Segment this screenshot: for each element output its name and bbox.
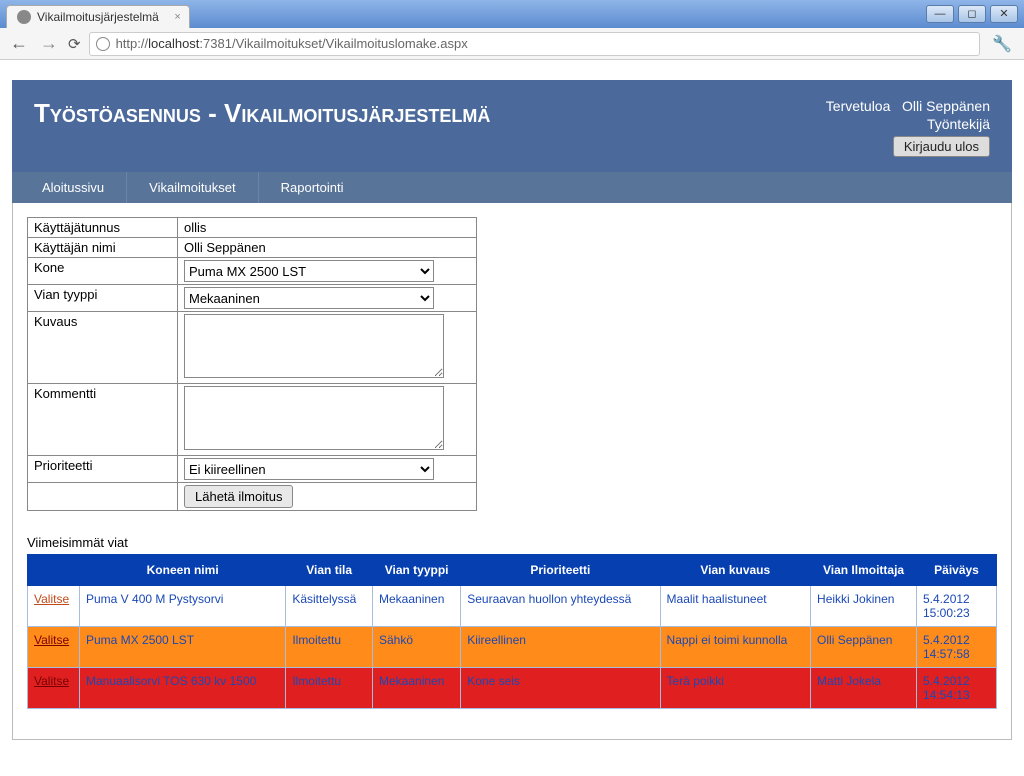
- cell-desc: Nappi ei toimi kunnolla: [660, 627, 811, 668]
- cell-date: 5.4.2012 15:00:23: [917, 586, 997, 627]
- select-link[interactable]: Valitse: [34, 633, 69, 647]
- col-priority: Prioriteetti: [461, 555, 660, 586]
- label-comment: Kommentti: [28, 384, 178, 456]
- cell-desc: Terä poikki: [660, 668, 811, 709]
- cell-reporter: Matti Jokela: [811, 668, 917, 709]
- maximize-button[interactable]: ◻: [958, 5, 986, 23]
- label-displayname: Käyttäjän nimi: [28, 238, 178, 258]
- cell-machine: Manuaalisorvi TOS 630 kv 1500: [80, 668, 286, 709]
- col-type: Vian tyyppi: [373, 555, 461, 586]
- cell-type: Mekaaninen: [373, 668, 461, 709]
- welcome-label: Tervetuloa: [826, 98, 891, 114]
- cell-type: Sähkö: [373, 627, 461, 668]
- cell-date: 5.4.2012 14:57:58: [917, 627, 997, 668]
- recent-faults-table: Koneen nimi Vian tila Vian tyyppi Priori…: [27, 554, 997, 709]
- page-header: Työstöasennus - Vikailmoitusjärjestelmä …: [12, 80, 1012, 171]
- browser-tab[interactable]: Vikailmoitusjärjestelmä ×: [6, 5, 190, 28]
- url-path: :7381/Vikailmoitukset/Vikailmoituslomake…: [199, 36, 467, 51]
- globe-icon: [96, 37, 110, 51]
- browser-tabs: Vikailmoitusjärjestelmä ×: [0, 0, 190, 28]
- url-prefix: http://: [116, 36, 149, 51]
- fault-type-select[interactable]: Mekaaninen: [184, 287, 434, 309]
- col-reporter: Vian Ilmoittaja: [811, 555, 917, 586]
- cell-machine: Puma V 400 M Pystysorvi: [80, 586, 286, 627]
- description-textarea[interactable]: [184, 314, 444, 378]
- tab-title: Vikailmoitusjärjestelmä: [37, 10, 159, 24]
- forward-button[interactable]: →: [38, 33, 60, 54]
- col-desc: Vian kuvaus: [660, 555, 811, 586]
- cell-status: Ilmoitettu: [286, 668, 373, 709]
- back-button[interactable]: ←: [8, 33, 30, 54]
- value-displayname: Olli Seppänen: [178, 238, 477, 258]
- cell-priority: Kiireellinen: [461, 627, 660, 668]
- user-panel: Tervetuloa Olli Seppänen Työntekijä Kirj…: [826, 98, 990, 157]
- col-status: Vian tila: [286, 555, 373, 586]
- nav-faults[interactable]: Vikailmoitukset: [126, 172, 257, 203]
- page-content: Työstöasennus - Vikailmoitusjärjestelmä …: [0, 60, 1024, 752]
- address-bar[interactable]: http://localhost:7381/Vikailmoitukset/Vi…: [89, 32, 981, 56]
- col-date: Päiväys: [917, 555, 997, 586]
- window-titlebar: Vikailmoitusjärjestelmä × — ◻ ✕: [0, 0, 1024, 28]
- table-row: Valitse Manuaalisorvi TOS 630 kv 1500Ilmo…: [28, 668, 997, 709]
- cell-status: Käsittelyssä: [286, 586, 373, 627]
- label-fault-type: Vian tyyppi: [28, 285, 178, 312]
- nav-reports[interactable]: Raportointi: [258, 172, 366, 203]
- recent-heading: Viimeisimmät viat: [27, 535, 997, 550]
- close-window-button[interactable]: ✕: [990, 5, 1018, 23]
- nav-home[interactable]: Aloitussivu: [20, 172, 126, 203]
- wrench-menu-icon[interactable]: 🔧: [988, 34, 1016, 54]
- machine-select[interactable]: Puma MX 2500 LST: [184, 260, 434, 282]
- submit-button[interactable]: Lähetä ilmoitus: [184, 485, 293, 508]
- cell-priority: Kone seis: [461, 668, 660, 709]
- fault-form: Käyttäjätunnus ollis Käyttäjän nimi Olli…: [27, 217, 477, 511]
- label-username: Käyttäjätunnus: [28, 218, 178, 238]
- cell-date: 5.4.2012 14:54:13: [917, 668, 997, 709]
- user-name: Olli Seppänen: [902, 98, 990, 114]
- cell-machine: Puma MX 2500 LST: [80, 627, 286, 668]
- user-role: Työntekijä: [826, 116, 990, 132]
- comment-textarea[interactable]: [184, 386, 444, 450]
- url-host: localhost: [148, 36, 199, 51]
- table-row: Valitse Puma V 400 M PystysorviKäsittelys…: [28, 586, 997, 627]
- cell-reporter: Olli Seppänen: [811, 627, 917, 668]
- cell-status: Ilmoitettu: [286, 627, 373, 668]
- label-description: Kuvaus: [28, 312, 178, 384]
- value-username: ollis: [178, 218, 477, 238]
- window-controls: — ◻ ✕: [926, 5, 1024, 23]
- label-machine: Kone: [28, 258, 178, 285]
- logout-button[interactable]: Kirjaudu ulos: [893, 136, 990, 157]
- priority-select[interactable]: Ei kiireellinen: [184, 458, 434, 480]
- label-empty: [28, 483, 178, 511]
- browser-toolbar: ← → ⟳ http://localhost:7381/Vikailmoituk…: [0, 28, 1024, 60]
- col-machine: Koneen nimi: [80, 555, 286, 586]
- reload-button[interactable]: ⟳: [68, 35, 81, 53]
- minimize-button[interactable]: —: [926, 5, 954, 23]
- col-select: [28, 555, 80, 586]
- cell-desc: Maalit haalistuneet: [660, 586, 811, 627]
- select-link[interactable]: Valitse: [34, 592, 69, 606]
- label-priority: Prioriteetti: [28, 456, 178, 483]
- cell-type: Mekaaninen: [373, 586, 461, 627]
- select-link[interactable]: Valitse: [34, 674, 69, 688]
- page-title: Työstöasennus - Vikailmoitusjärjestelmä: [34, 98, 490, 157]
- cell-reporter: Heikki Jokinen: [811, 586, 917, 627]
- close-tab-icon[interactable]: ×: [174, 11, 180, 23]
- tab-favicon: [17, 10, 31, 24]
- table-row: Valitse Puma MX 2500 LSTIlmoitettuSähköKi…: [28, 627, 997, 668]
- cell-priority: Seuraavan huollon yhteydessä: [461, 586, 660, 627]
- main-content: Käyttäjätunnus ollis Käyttäjän nimi Olli…: [12, 203, 1012, 740]
- main-nav: Aloitussivu Vikailmoitukset Raportointi: [12, 171, 1012, 203]
